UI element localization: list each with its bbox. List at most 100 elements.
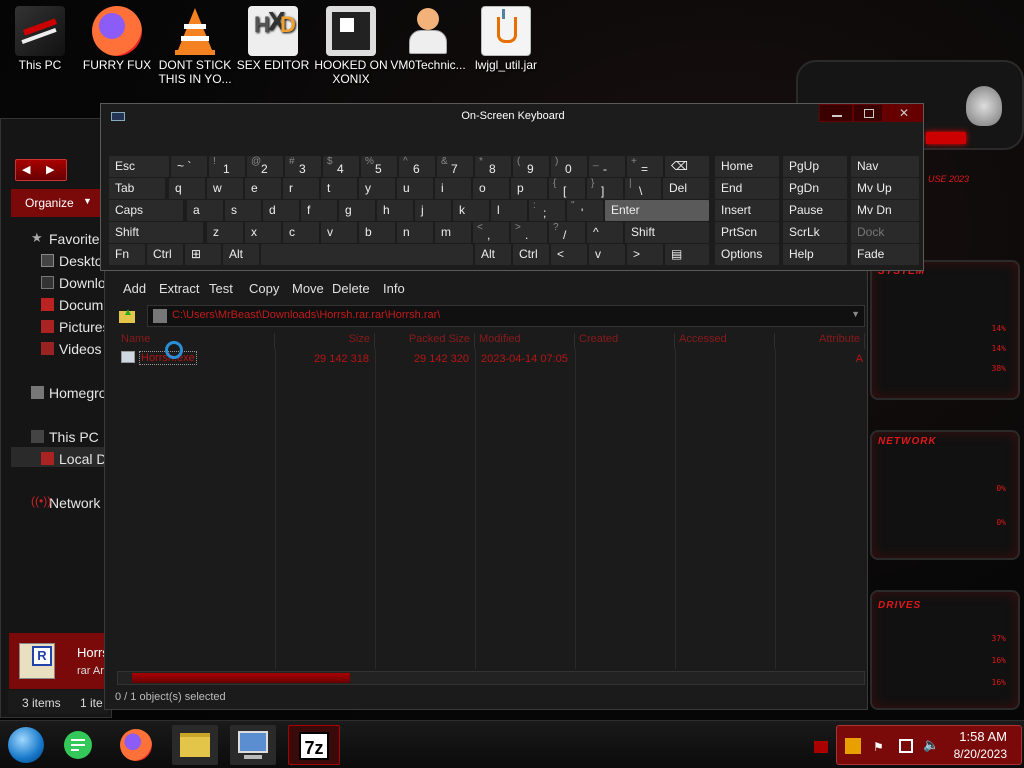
key-mv-up[interactable]: Mv Up [851,178,919,199]
back-forward-buttons[interactable]: ◀ ▶ [15,159,67,181]
move-button[interactable]: Move [292,281,324,296]
scrollbar-thumb[interactable] [132,673,350,683]
key-5[interactable]: % 5 [361,156,397,177]
volume-icon[interactable]: 🔈 [923,737,939,753]
key-shift[interactable]: Shift [109,222,203,243]
key-2[interactable]: @2 [247,156,283,177]
column-header-accessed[interactable]: Accessed [675,333,775,349]
key-7[interactable]: & 7 [437,156,473,177]
maximize-button[interactable] [853,104,883,122]
key-dock[interactable]: Dock [851,222,919,243]
nav-item-desktop[interactable]: Deskto [41,253,103,269]
nav-item-favorites[interactable]: ★ Favorites [31,230,107,247]
key-prtscn[interactable]: PrtScn [715,222,779,243]
key-caps[interactable]: Caps [109,200,183,221]
key-symbol[interactable]: + = [627,156,663,177]
table-row[interactable]: Horrsh.exe [119,349,197,367]
clock-date[interactable]: 8/20/2023 [954,747,1007,761]
column-header-packed-size[interactable]: Packed Size [375,333,475,349]
key-symbol[interactable]: >. [511,222,547,243]
key-pgup[interactable]: PgUp [783,156,847,177]
key-ctrl[interactable]: Ctrl [147,244,183,265]
key-space[interactable] [261,244,473,265]
key-j[interactable]: j [415,200,451,221]
nav-item-network[interactable]: ((•)) Network [31,494,100,511]
desktop-icon-this-pc[interactable]: This PC [0,6,80,72]
key-esc[interactable]: Esc [109,156,169,177]
network-status-icon[interactable] [899,739,913,753]
key-symbol[interactable]: ▤ [665,244,709,265]
nav-item-videos[interactable]: Videos [41,341,102,357]
address-bar[interactable]: C:\Users\MrBeast\Downloads\Horrsh.rar.ra… [147,305,865,327]
file-explorer-icon[interactable] [172,725,218,765]
key-f[interactable]: f [301,200,337,221]
key-symbol[interactable]: ? / [549,222,585,243]
nav-item-local-disk[interactable]: Local Di [41,451,110,467]
column-header-created[interactable]: Created [575,333,675,349]
back-arrow-icon[interactable]: ◀ [22,163,30,176]
nav-item-this-pc[interactable]: This PC [31,429,99,445]
column-header-modified[interactable]: Modified [475,333,575,349]
key-i[interactable]: i [435,178,471,199]
key-symbol[interactable]: " ' [567,200,603,221]
show-hidden-icons-button[interactable] [814,741,828,753]
key-u[interactable]: u [397,178,433,199]
key-nav[interactable]: Nav [851,156,919,177]
key-shift[interactable]: Shift [625,222,709,243]
key-end[interactable]: End [715,178,779,199]
key-v[interactable]: v [589,244,625,265]
key-symbol[interactable]: <, [473,222,509,243]
key-mv-dn[interactable]: Mv Dn [851,200,919,221]
key-symbol[interactable]: | \ [625,178,661,199]
key-symbol[interactable]: > [627,244,663,265]
key-n[interactable]: n [397,222,433,243]
key-insert[interactable]: Insert [715,200,779,221]
key-w[interactable]: w [207,178,243,199]
minimize-button[interactable] [819,104,853,122]
key-p[interactable]: p [511,178,547,199]
action-center-flag-icon[interactable]: ⚑ [873,740,884,754]
nav-item-pictures[interactable]: Pictures [41,319,110,335]
key-pause[interactable]: Pause [783,200,847,221]
key-symbol[interactable]: ^ [587,222,623,243]
key-symbol[interactable]: ~ ` [171,156,207,177]
key-a[interactable]: a [187,200,223,221]
clock-time[interactable]: 1:58 AM [959,729,1007,744]
key-1[interactable]: ! 1 [209,156,245,177]
key-alt[interactable]: Alt [223,244,259,265]
key-y[interactable]: y [359,178,395,199]
key-options[interactable]: Options [715,244,779,265]
key-symbol[interactable]: ⌫ [665,156,709,177]
key-scrlk[interactable]: ScrLk [783,222,847,243]
delete-button[interactable]: Delete [332,281,370,296]
key-g[interactable]: g [339,200,375,221]
desktop-icon-dont-stick[interactable]: DONT STICK THIS IN YO... [155,6,235,86]
test-button[interactable]: Test [209,281,233,296]
key-x[interactable]: x [245,222,281,243]
key-ctrl[interactable]: Ctrl [513,244,549,265]
key-symbol[interactable]: ⊞ [185,244,221,265]
key-symbol[interactable]: :; [529,200,565,221]
close-button[interactable]: ✕ [883,104,923,122]
desktop-icon-lwjgl-util[interactable]: lwjgl_util.jar [466,6,546,72]
key-symbol[interactable]: < [551,244,587,265]
organize-button[interactable]: Organize ▼ [11,189,111,217]
desktop-icon-furry-fux[interactable]: FURRY FUX [77,6,157,72]
column-header-size[interactable]: Size [275,333,375,349]
forward-arrow-icon[interactable]: ▶ [46,163,54,176]
key-9[interactable]: (9 [513,156,549,177]
key-del[interactable]: Del [663,178,709,199]
key-4[interactable]: $4 [323,156,359,177]
key-o[interactable]: o [473,178,509,199]
key-k[interactable]: k [453,200,489,221]
key-6[interactable]: ^ 6 [399,156,435,177]
key-q[interactable]: q [169,178,205,199]
key-v[interactable]: v [321,222,357,243]
desktop-icon-sex-editor[interactable]: H X D SEX EDITOR [233,6,313,72]
key-symbol[interactable]: }] [587,178,623,199]
key-e[interactable]: e [245,178,281,199]
key-fn[interactable]: Fn [109,244,145,265]
info-button[interactable]: Info [383,281,405,296]
key-symbol[interactable]: {[ [549,178,585,199]
column-header-attributes[interactable]: Attribute [775,333,865,349]
